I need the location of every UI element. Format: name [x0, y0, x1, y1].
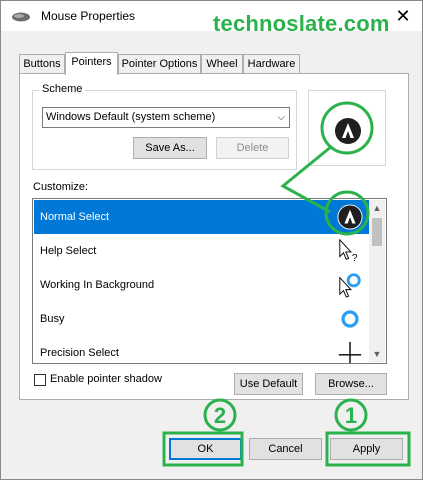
tab-pointers[interactable]: Pointers [65, 52, 118, 75]
cancel-button[interactable]: Cancel [249, 438, 322, 460]
working-background-cursor-icon [339, 273, 361, 298]
scroll-thumb[interactable] [372, 218, 382, 246]
title-bar: Mouse Properties technoslate.com ✕ [1, 1, 422, 36]
svg-text:?: ? [352, 253, 358, 264]
scroll-down-icon[interactable]: ▼ [369, 346, 385, 362]
busy-cursor-icon [341, 310, 359, 328]
window-title: Mouse Properties [41, 9, 136, 23]
use-default-button[interactable]: Use Default [234, 373, 303, 395]
custom-pointer-icon [335, 118, 361, 144]
customize-label: Customize: [33, 181, 89, 193]
tab-buttons[interactable]: Buttons [19, 54, 65, 74]
tab-wheel[interactable]: Wheel [201, 54, 243, 74]
cursor-preview [308, 90, 386, 166]
list-item-label: Working In Background [40, 279, 155, 291]
step-2-number: 2 [214, 403, 226, 428]
step-1-number: 1 [345, 403, 357, 428]
ok-button[interactable]: OK [169, 438, 242, 460]
custom-pointer-icon [337, 204, 363, 230]
list-item-precision-select[interactable]: Precision Select [34, 336, 371, 363]
crosshair-cursor-icon [338, 341, 362, 363]
scheme-dropdown[interactable]: Windows Default (system scheme) ⌵ [42, 107, 290, 128]
browse-button[interactable]: Browse... [315, 373, 387, 395]
tab-pointer-options[interactable]: Pointer Options [118, 54, 201, 74]
mouse-icon [12, 12, 30, 22]
list-item-working-in-background[interactable]: Working In Background [34, 268, 371, 302]
list-item-label: Help Select [40, 245, 97, 257]
scheme-legend: Scheme [39, 83, 86, 95]
list-item-label: Normal Select [40, 211, 110, 223]
scheme-selected-value: Windows Default (system scheme) [46, 111, 216, 123]
list-item-label: Busy [40, 313, 65, 325]
step-2-circle [203, 398, 237, 432]
watermark-text: technoslate.com [213, 11, 390, 36]
list-item-busy[interactable]: Busy [34, 302, 371, 336]
delete-button[interactable]: Delete [216, 137, 289, 159]
close-button[interactable]: ✕ [393, 7, 413, 25]
pointer-shadow-label: Enable pointer shadow [50, 373, 162, 385]
step-1-circle [334, 398, 368, 432]
tab-hardware[interactable]: Hardware [243, 54, 300, 74]
apply-button[interactable]: Apply [330, 438, 403, 460]
list-scrollbar[interactable]: ▲ ▼ [369, 200, 385, 362]
list-item-help-select[interactable]: Help Select ? [34, 234, 371, 268]
cursor-list[interactable]: Normal Select Help Select ? Working In B… [32, 198, 387, 364]
scroll-up-icon[interactable]: ▲ [369, 200, 385, 216]
list-item-label: Precision Select [40, 347, 119, 359]
pointer-shadow-checkbox[interactable] [34, 374, 46, 386]
mouse-properties-window: Mouse Properties technoslate.com ✕ Butto… [0, 0, 423, 480]
tab-strip: Buttons Pointers Pointer Options Wheel H… [19, 52, 409, 75]
help-select-cursor-icon: ? [339, 238, 358, 264]
chevron-down-icon: ⌵ [277, 112, 285, 123]
save-as-button[interactable]: Save As... [133, 137, 207, 159]
list-item-normal-select[interactable]: Normal Select [34, 200, 371, 234]
